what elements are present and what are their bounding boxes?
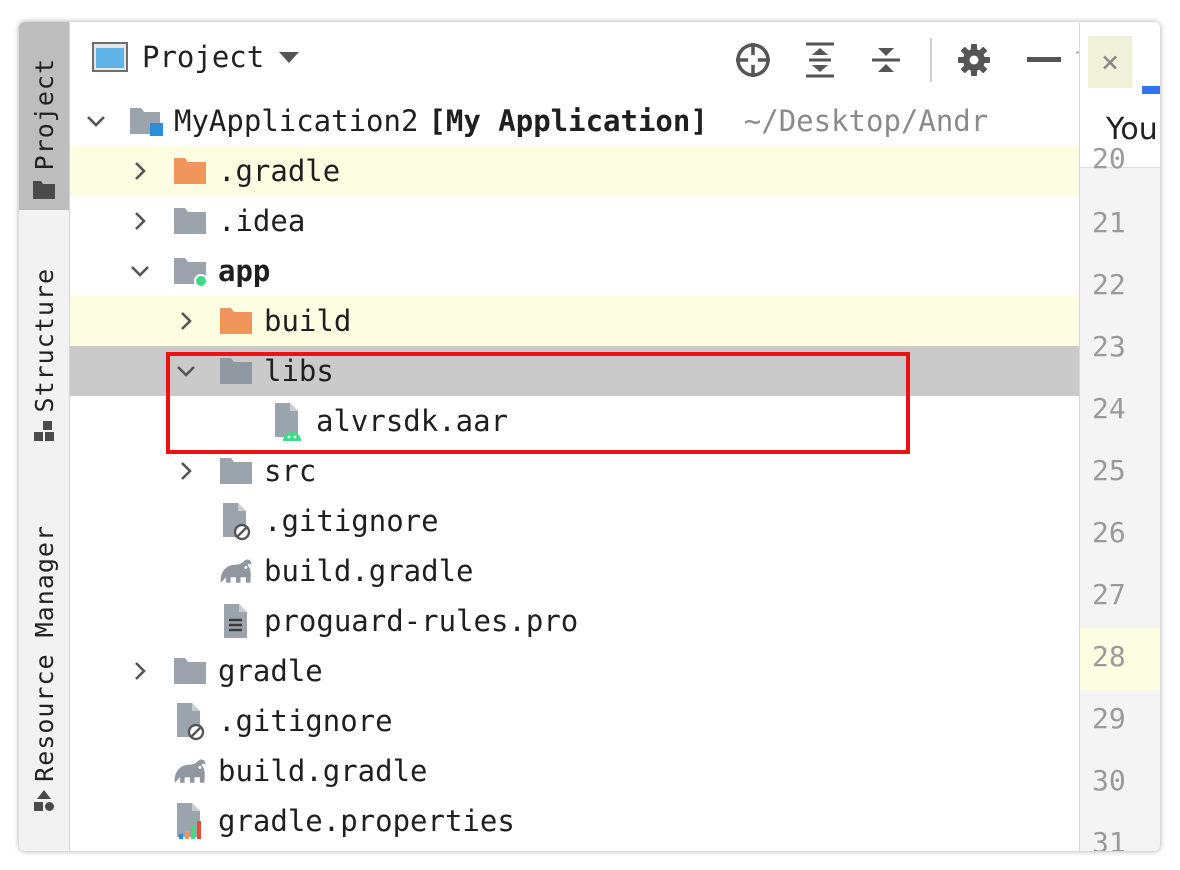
hide-icon <box>1027 57 1061 62</box>
aar-file-icon <box>270 403 306 441</box>
chevron-right-icon[interactable] <box>128 659 152 683</box>
close-button[interactable]: × <box>1088 36 1132 88</box>
project-toolbar: Project <box>70 22 1090 96</box>
tree-row-root[interactable]: MyApplication2 [My Application] ~/Deskto… <box>70 96 1092 146</box>
close-icon: × <box>1100 44 1120 80</box>
tab-resource-manager[interactable]: Resource Manager <box>19 502 69 822</box>
locate-button[interactable] <box>733 40 773 80</box>
line-number: 22 <box>1092 268 1126 301</box>
folder-icon <box>172 204 208 238</box>
chevron-right-icon[interactable] <box>174 309 198 333</box>
folder-icon <box>218 354 254 388</box>
ignore-file-icon <box>218 503 254 541</box>
tree-row[interactable]: .idea <box>70 196 1136 246</box>
tab-resource-manager-label: Resource Manager <box>29 525 59 782</box>
line-number: 29 <box>1092 702 1126 735</box>
gear-icon <box>958 44 990 76</box>
tree-label: build.gradle <box>264 554 474 588</box>
android-module-icon <box>172 254 208 288</box>
settings-button[interactable] <box>954 40 994 80</box>
tree-row[interactable]: app <box>70 246 1136 296</box>
folder-icon <box>33 181 55 199</box>
active-tab-indicator <box>1142 86 1160 94</box>
tab-project[interactable]: Project <box>19 22 69 210</box>
resource-manager-icon <box>34 790 54 811</box>
hide-button[interactable] <box>1024 40 1064 80</box>
view-selector[interactable]: Project <box>92 40 300 74</box>
ignore-file-icon <box>172 703 208 741</box>
tree-module-name: [My Application] <box>428 104 708 138</box>
line-number: 31 <box>1092 826 1126 851</box>
tree-label: proguard-rules.pro <box>264 604 579 638</box>
ide-window: Project Structure Resource Manager Proje… <box>19 22 1160 851</box>
module-folder-icon <box>128 104 164 138</box>
structure-icon <box>34 421 54 441</box>
orange-folder-icon <box>172 154 208 188</box>
tree-label: gradle.properties <box>218 804 515 838</box>
folder-icon <box>172 654 208 688</box>
tree-row-selected[interactable]: libs <box>70 346 1160 396</box>
chevron-down-icon[interactable] <box>84 109 108 133</box>
expand-all-icon <box>806 42 834 78</box>
tool-window-strip: Project Structure Resource Manager <box>19 22 70 851</box>
tree-label: app <box>218 254 271 288</box>
chevron-right-icon[interactable] <box>174 459 198 483</box>
tree-row[interactable]: .gitignore <box>70 496 1160 546</box>
toolbar-separator <box>930 38 932 82</box>
tree-label: .gitignore <box>264 504 439 538</box>
line-number-current: 28 <box>1080 628 1160 690</box>
collapse-all-button[interactable] <box>866 40 906 80</box>
tree-row[interactable]: build <box>70 296 1160 346</box>
tree-label: .idea <box>218 204 306 238</box>
tree-path: ~/Desktop/Andr <box>743 104 989 138</box>
tab-structure[interactable]: Structure <box>19 252 69 452</box>
caret-down-icon <box>279 52 300 63</box>
tree-row[interactable]: proguard-rules.pro <box>70 596 1160 646</box>
line-number: 20 <box>1092 142 1126 175</box>
tree-row[interactable]: gradle.properties <box>70 796 1160 846</box>
chevron-down-icon[interactable] <box>174 359 198 383</box>
line-number: 27 <box>1092 578 1126 611</box>
tab-project-label: Project <box>29 57 59 170</box>
folder-icon <box>218 454 254 488</box>
project-panel: Project MyApplication2 [My Application] … <box>70 22 1160 851</box>
locate-icon <box>736 43 770 77</box>
chevron-right-icon[interactable] <box>128 209 152 233</box>
orange-folder-icon <box>218 304 254 338</box>
tree-row[interactable]: .gitignore <box>70 696 1160 746</box>
line-number: 21 <box>1092 206 1126 239</box>
line-number: 26 <box>1092 516 1126 549</box>
text-file-icon <box>218 604 254 638</box>
collapse-all-icon <box>872 48 900 72</box>
tree-row[interactable]: src <box>70 446 1160 496</box>
tree-label: .gitignore <box>218 704 393 738</box>
gradle-icon <box>172 754 208 788</box>
line-number: 23 <box>1092 330 1126 363</box>
tree-label: gradle <box>218 654 323 688</box>
tree-label: MyApplication2 <box>174 104 419 138</box>
tree-row[interactable]: build.gradle <box>70 746 1160 796</box>
tab-structure-label: Structure <box>29 267 59 412</box>
tree-row[interactable]: .gradle <box>70 146 1136 196</box>
tree-label: build.gradle <box>218 754 428 788</box>
line-number: 25 <box>1092 454 1126 487</box>
tree-row[interactable]: alvrsdk.aar <box>70 396 1160 446</box>
line-number: 30 <box>1092 764 1126 797</box>
properties-file-icon <box>172 803 208 839</box>
tree-label: libs <box>264 354 334 388</box>
tree-label: build <box>264 304 352 338</box>
tree-label: src <box>264 454 317 488</box>
project-window-icon <box>92 42 128 72</box>
gradle-icon <box>218 554 254 588</box>
chevron-right-icon[interactable] <box>128 159 152 183</box>
tree-row[interactable]: build.gradle <box>70 546 1160 596</box>
chevron-down-icon[interactable] <box>128 259 152 283</box>
tree-label: .gradle <box>218 154 341 188</box>
tree-row[interactable]: gradle <box>70 646 1136 696</box>
tree-label: alvrsdk.aar <box>316 404 509 438</box>
line-number: 24 <box>1092 392 1126 425</box>
view-title: Project <box>142 40 265 74</box>
editor-gutter: × You 20 21 22 23 24 25 26 27 28 29 30 3… <box>1079 22 1160 851</box>
expand-all-button[interactable] <box>800 40 840 80</box>
